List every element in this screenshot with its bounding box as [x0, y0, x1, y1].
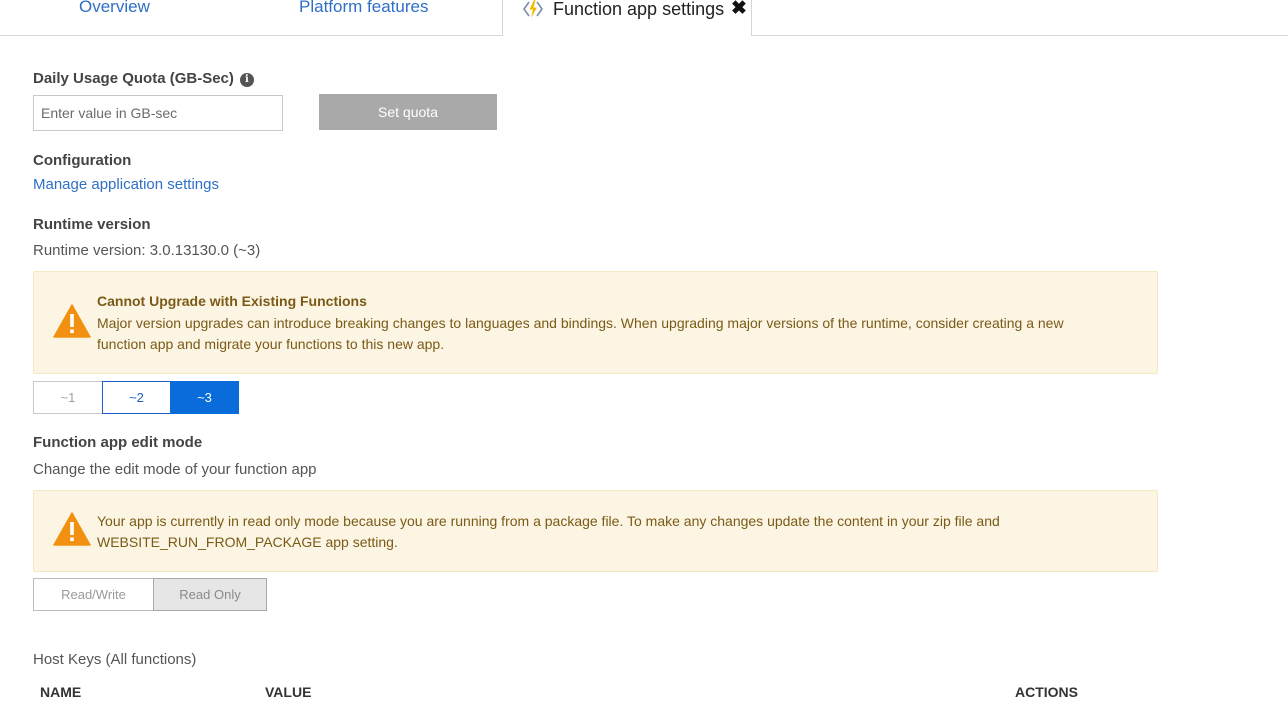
tab-title: Function app settings: [553, 0, 725, 19]
edit-mode-warning-line-1: Your app is currently in read only mode …: [97, 513, 1000, 529]
column-header-actions: ACTIONS: [1015, 684, 1078, 700]
runtime-warning-line-2: function app and migrate your functions …: [97, 336, 445, 352]
column-header-value: VALUE: [265, 684, 312, 700]
edit-mode-title: Function app edit mode: [33, 434, 203, 451]
set-quota-button[interactable]: Set quota: [319, 94, 497, 130]
tab-platform-features[interactable]: Platform features: [299, 0, 428, 17]
runtime-option-v3[interactable]: ~3: [170, 381, 239, 414]
quota-title: Daily Usage Quota (GB-Sec): [33, 70, 234, 87]
edit-mode-read-only[interactable]: Read Only: [153, 578, 267, 611]
warning-icon: [53, 512, 91, 546]
quota-input[interactable]: [33, 95, 283, 131]
quota-section-title: Daily Usage Quota (GB-Sec) i: [33, 70, 254, 87]
host-keys-title: Host Keys (All functions): [33, 651, 197, 668]
runtime-warning-line-1: Major version upgrades can introduce bre…: [97, 315, 1064, 331]
close-icon[interactable]: ✖: [731, 0, 747, 20]
tab-function-app-settings[interactable]: Function app settings ✖: [502, 0, 752, 36]
runtime-option-v1[interactable]: ~1: [33, 381, 103, 414]
manage-app-settings-link[interactable]: Manage application settings: [33, 176, 219, 193]
function-app-icon: [523, 0, 543, 18]
warning-icon: [53, 304, 91, 338]
info-icon[interactable]: i: [239, 73, 254, 87]
tab-bar: Overview Platform features Function app …: [0, 0, 1288, 36]
edit-mode-read-write[interactable]: Read/Write: [33, 578, 154, 611]
edit-mode-description: Change the edit mode of your function ap…: [33, 461, 317, 478]
runtime-version-title: Runtime version: [33, 216, 151, 233]
edit-mode-warning-banner: Your app is currently in read only mode …: [33, 490, 1158, 572]
tab-overview[interactable]: Overview: [79, 0, 150, 17]
runtime-warning-title: Cannot Upgrade with Existing Functions: [97, 293, 367, 309]
edit-mode-warning-line-2: WEBSITE_RUN_FROM_PACKAGE app setting.: [97, 534, 398, 550]
runtime-option-v2[interactable]: ~2: [102, 381, 171, 414]
configuration-title: Configuration: [33, 152, 132, 169]
column-header-name: NAME: [40, 684, 82, 700]
runtime-version-text: Runtime version: 3.0.13130.0 (~3): [33, 242, 261, 259]
runtime-warning-banner: Cannot Upgrade with Existing Functions M…: [33, 271, 1158, 374]
